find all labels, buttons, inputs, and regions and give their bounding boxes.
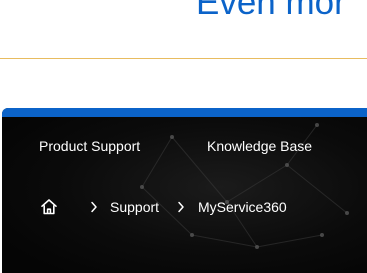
nav-product-support[interactable]: Product Support (39, 135, 140, 157)
section-divider (0, 58, 367, 59)
panel-accent-bar (2, 108, 367, 117)
breadcrumb: Support MyService360 (2, 196, 367, 218)
nav-knowledge-base[interactable]: Knowledge Base (207, 135, 312, 157)
page: Even mor Product Support Knowledge Base … (0, 0, 367, 273)
chevron-right-icon (178, 201, 184, 213)
chevron-right-icon (91, 201, 97, 213)
home-icon[interactable] (39, 197, 59, 217)
hero-panel: Product Support Knowledge Base Support M… (2, 108, 367, 273)
breadcrumb-support[interactable]: Support (110, 196, 159, 218)
section-heading: Even mor (196, 0, 346, 22)
breadcrumb-current: MyService360 (198, 199, 287, 215)
top-nav: Product Support Knowledge Base (2, 135, 367, 157)
